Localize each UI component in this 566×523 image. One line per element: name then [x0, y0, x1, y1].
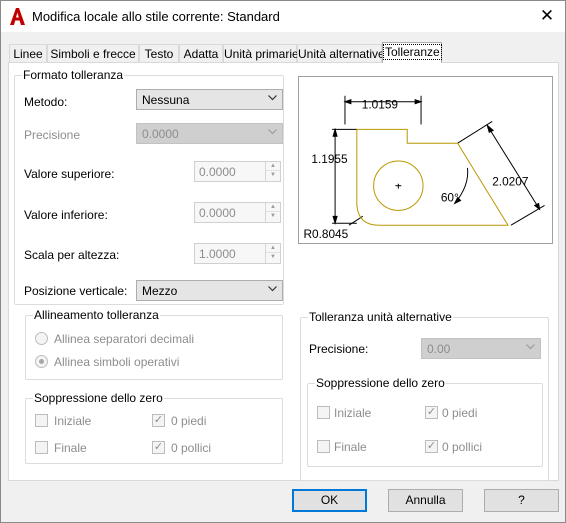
pollici-alt-checkbox[interactable]: ✓ — [425, 440, 438, 453]
metodo-dropdown[interactable]: Nessuna — [136, 89, 283, 110]
precisione-label: Precisione — [24, 128, 81, 142]
dim-left-label: 1.1955 — [311, 152, 348, 166]
dim-right-label: 2.0207 — [492, 175, 528, 189]
iniziale-alt-label: Iniziale — [334, 406, 372, 420]
allineamento-legend: Allineamento tolleranza — [33, 308, 160, 322]
precisione-alt-label: Precisione: — [309, 342, 369, 356]
dialog: Modifica locale allo stile corrente: Sta… — [0, 0, 566, 523]
tab-tolleranze[interactable]: Tolleranze — [382, 42, 442, 63]
tolleranza-alternative-legend: Tolleranza unità alternative — [308, 310, 453, 324]
spinner-buttons: ▲ ▼ — [265, 244, 280, 263]
tab-simboli-e-frecce[interactable]: Simboli e frecce — [47, 44, 139, 63]
tab-unita-alternative[interactable]: Unità alternative — [297, 44, 385, 63]
allinea-simboli-label: Allinea simboli operativi — [54, 355, 180, 369]
help-button[interactable]: ? — [484, 489, 559, 512]
metodo-value: Nessuna — [142, 93, 190, 107]
finale-alt-label: Finale — [334, 440, 367, 454]
precisione-alt-dropdown[interactable]: 0.00 — [421, 338, 541, 359]
valore-inferiore-spinner[interactable]: 0.0000 ▲ ▼ — [194, 202, 281, 223]
soppressione-zero-alt-group: Soppressione dello zero — [307, 376, 543, 467]
spin-up-icon[interactable]: ▲ — [266, 203, 280, 212]
valore-inferiore-label: Valore inferiore: — [24, 208, 108, 222]
chevron-down-icon — [268, 95, 277, 101]
iniziale-label: Iniziale — [54, 414, 92, 428]
pollici-alt-label: 0 pollici — [442, 440, 483, 454]
valore-superiore-spinner[interactable]: 0.0000 ▲ ▼ — [194, 161, 281, 182]
finale-label: Finale — [54, 441, 87, 455]
annulla-button[interactable]: Annulla — [388, 489, 463, 512]
tab-pane-tolleranze: Formato tolleranza Metodo: Nessuna Preci… — [8, 62, 559, 481]
piedi-alt-label: 0 piedi — [442, 406, 478, 420]
soppressione-zero-legend: Soppressione dello zero — [33, 391, 164, 405]
preview-drawing: 1.0159 1.1955 2.0207 60° R0.8045 — [298, 76, 553, 244]
spin-up-icon[interactable]: ▲ — [266, 244, 280, 253]
tab-adatta[interactable]: Adatta — [179, 44, 223, 63]
finale-alt-checkbox[interactable] — [317, 440, 330, 453]
valore-superiore-value: 0.0000 — [199, 165, 236, 179]
finale-checkbox[interactable] — [35, 441, 48, 454]
iniziale-alt-checkbox[interactable] — [317, 406, 330, 419]
metodo-label: Metodo: — [24, 95, 68, 109]
spin-down-icon[interactable]: ▼ — [266, 212, 280, 221]
chevron-down-icon — [268, 129, 277, 135]
valore-superiore-label: Valore superiore: — [24, 167, 115, 181]
pollici-label: 0 pollici — [171, 441, 212, 455]
precisione-dropdown[interactable]: 0.0000 — [136, 123, 283, 144]
chevron-down-icon — [526, 344, 535, 350]
precisione-alt-value: 0.00 — [427, 342, 451, 356]
title-bar: Modifica locale allo stile corrente: Sta… — [1, 1, 565, 32]
radius-label: R0.8045 — [303, 227, 348, 241]
iniziale-checkbox[interactable] — [35, 414, 48, 427]
spinner-buttons: ▲ ▼ — [265, 162, 280, 181]
piedi-label: 0 piedi — [171, 414, 207, 428]
angle-label: 60° — [441, 191, 459, 205]
soppressione-zero-alt-legend: Soppressione dello zero — [315, 376, 446, 390]
posizione-verticale-dropdown[interactable]: Mezzo — [136, 280, 283, 301]
spinner-buttons: ▲ ▼ — [265, 203, 280, 222]
window-title: Modifica locale allo stile corrente: Sta… — [32, 9, 280, 24]
precisione-value: 0.0000 — [142, 127, 179, 141]
pollici-checkbox[interactable]: ✓ — [152, 441, 165, 454]
formato-tolleranza-legend: Formato tolleranza — [22, 68, 125, 82]
close-button[interactable]: ✕ — [535, 5, 559, 27]
valore-inferiore-value: 0.0000 — [199, 206, 236, 220]
spin-down-icon[interactable]: ▼ — [266, 171, 280, 180]
chevron-down-icon — [268, 286, 277, 292]
ok-button[interactable]: OK — [292, 489, 367, 512]
tab-linee[interactable]: Linee — [9, 44, 47, 63]
posizione-verticale-value: Mezzo — [142, 284, 178, 298]
piedi-checkbox[interactable]: ✓ — [152, 414, 165, 427]
spin-down-icon[interactable]: ▼ — [266, 253, 280, 262]
autocad-logo-icon — [10, 8, 25, 25]
spin-up-icon[interactable]: ▲ — [266, 162, 280, 171]
allinea-simboli-radio[interactable] — [35, 355, 48, 368]
dim-top-label: 1.0159 — [362, 98, 399, 112]
allineamento-group: Allineamento tolleranza — [25, 308, 283, 380]
scala-per-altezza-value: 1.0000 — [199, 247, 236, 261]
scala-per-altezza-label: Scala per altezza: — [24, 248, 120, 262]
piedi-alt-checkbox[interactable]: ✓ — [425, 406, 438, 419]
allinea-separatori-radio[interactable] — [35, 332, 48, 345]
tab-unita-primarie[interactable]: Unità primarie — [223, 44, 299, 63]
scala-per-altezza-spinner[interactable]: 1.0000 ▲ ▼ — [194, 243, 281, 264]
posizione-verticale-label: Posizione verticale: — [24, 284, 128, 298]
allinea-separatori-label: Allinea separatori decimali — [54, 332, 195, 346]
tab-testo[interactable]: Testo — [139, 44, 179, 63]
